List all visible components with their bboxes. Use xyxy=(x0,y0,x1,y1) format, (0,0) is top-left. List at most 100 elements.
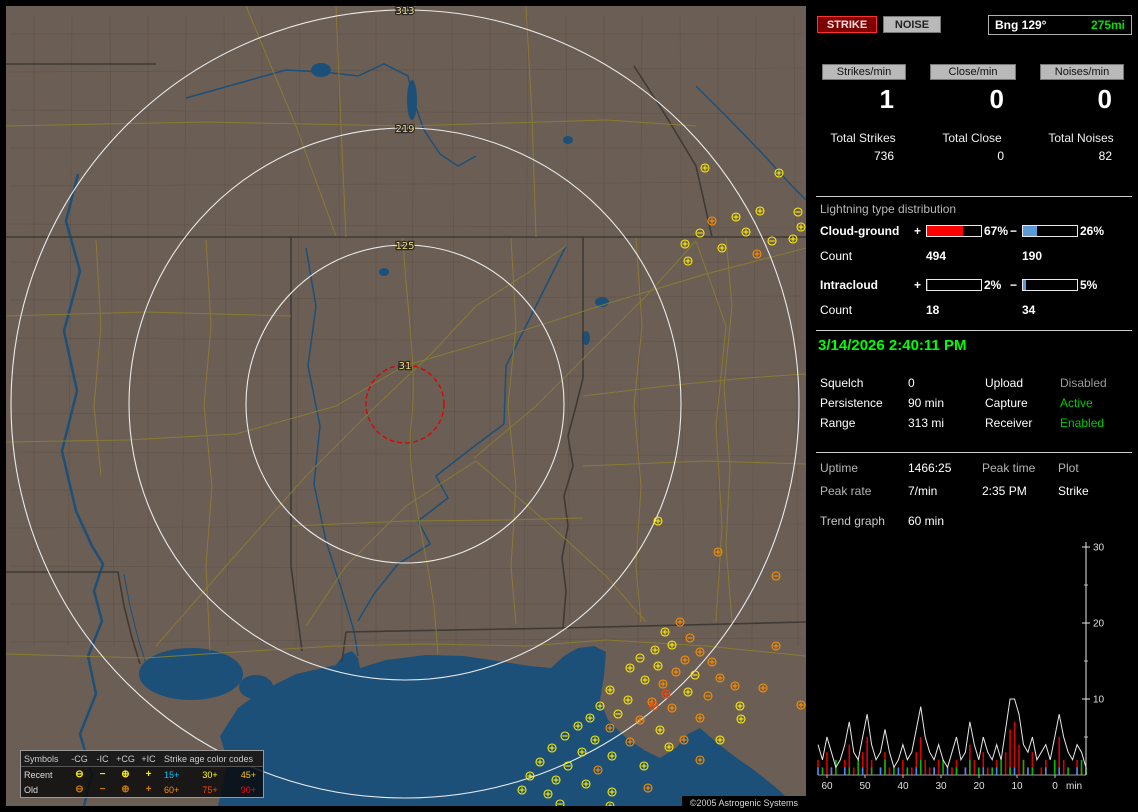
plot-value: Strike xyxy=(1058,484,1089,498)
legend-col-cg-plus: +CG xyxy=(116,753,135,764)
age-code-90: 90+ xyxy=(240,784,256,795)
receiver-status: Enabled xyxy=(1060,416,1105,430)
age-code-75: 75+ xyxy=(202,784,218,795)
svg-text:30: 30 xyxy=(1093,543,1105,554)
age-codes-row-1: 15+ 30+ 45+ xyxy=(160,770,260,780)
strike-lamp-button[interactable]: STRIKE xyxy=(817,16,877,33)
copyright-notice: ©2005 Astrogenic Systems xyxy=(681,796,806,811)
cg-minus-count: 190 xyxy=(1022,249,1043,263)
cg-minus-percent: 26% xyxy=(1080,224,1105,238)
trend-graph-duration: 60 min xyxy=(908,514,945,528)
peak-rate-value: 7/min xyxy=(908,484,938,498)
legend-recent-label: Recent xyxy=(24,769,53,780)
trend-graph-header: Trend graph 60 min xyxy=(810,514,1138,530)
range-ring-label: 125 xyxy=(395,241,414,252)
uptime-label: Uptime xyxy=(820,461,859,475)
map-legend: Symbols -CG -IC +CG +IC Strike age color… xyxy=(20,750,264,798)
legend-old-row: Old ⊖ − ⊕ + 60+ 75+ 90+ xyxy=(21,782,263,797)
legend-col-ic-minus: -IC xyxy=(96,753,109,764)
lake xyxy=(407,80,417,120)
cg-minus-symbol-icon: ⊖ xyxy=(75,784,84,795)
lake-borgne xyxy=(239,675,273,699)
cg-minus-bar-fill xyxy=(1023,226,1038,236)
trend-graph: 10 20 30 60 50 40 30 20 10 0 min xyxy=(817,542,1105,792)
squelch-label: Squelch xyxy=(820,376,864,390)
status-row: Squelch 0 Upload Disabled xyxy=(810,376,1138,396)
ic-minus-symbol-icon: − xyxy=(99,784,106,795)
cg-plus-count: 494 xyxy=(926,249,947,263)
legend-col-ic-plus: +IC xyxy=(141,753,156,764)
cg-plus-symbol-icon: ⊕ xyxy=(121,784,130,795)
status-row: Range 313 mi Receiver Enabled xyxy=(810,416,1138,436)
upload-label: Upload xyxy=(985,376,1024,390)
peak-time-label: Peak time xyxy=(982,461,1036,475)
separator xyxy=(816,196,1132,197)
peak-rate-label: Peak rate xyxy=(820,484,872,498)
range-ring-label: 31 xyxy=(399,361,412,372)
svg-text:50: 50 xyxy=(859,781,871,792)
age-code-45: 45+ xyxy=(240,769,256,780)
range-label: Range xyxy=(820,416,856,430)
close-per-min-value: 0 xyxy=(989,84,1004,114)
persistence-value: 90 min xyxy=(908,396,945,410)
minus-sign: − xyxy=(1010,278,1018,292)
legend-header-row: Symbols -CG -IC +CG +IC Strike age color… xyxy=(21,751,263,767)
peak-time-value: 2:35 PM xyxy=(982,484,1027,498)
squelch-value: 0 xyxy=(908,376,915,390)
noise-lamp-button[interactable]: NOISE xyxy=(883,16,941,33)
lake xyxy=(379,268,389,276)
map-area[interactable]: 313 219 125 31 Symbols -CG -IC +CG +IC Stri… xyxy=(6,6,806,806)
svg-text:10: 10 xyxy=(1093,695,1105,706)
ic-minus-bar xyxy=(1022,279,1078,291)
ic-minus-percent: 5% xyxy=(1080,278,1098,292)
ic-plus-symbol-icon: + xyxy=(145,784,152,795)
total-strikes-value: 736 xyxy=(873,149,894,163)
stats-row: Peak rate 7/min 2:35 PM Strike xyxy=(810,484,1138,504)
total-close-value: 0 xyxy=(997,149,1004,163)
legend-recent-row: Recent ⊖ − ⊕ + 15+ 30+ 45+ xyxy=(21,767,263,782)
legend-col-cg-minus: -CG xyxy=(71,753,88,764)
cg-plus-bar-fill xyxy=(927,226,964,236)
age-code-15: 15+ xyxy=(164,769,180,780)
ic-plus-bar xyxy=(926,279,982,291)
intracloud-row: Intracloud + 2% − 5% xyxy=(810,278,1138,292)
svg-text:20: 20 xyxy=(973,781,985,792)
separator xyxy=(816,330,1132,331)
lightning-map[interactable]: 313 219 125 31 xyxy=(6,6,806,806)
legend-old-label: Old xyxy=(24,784,39,795)
range-ring-label: 313 xyxy=(395,6,414,17)
receiver-label: Receiver xyxy=(985,416,1033,430)
upload-status: Disabled xyxy=(1060,376,1107,390)
bearing-distance: 275mi xyxy=(1090,18,1125,32)
svg-text:10: 10 xyxy=(1011,781,1023,792)
intracloud-count-row: Count 18 34 xyxy=(810,303,1138,317)
cloud-ground-label: Cloud-ground xyxy=(820,224,900,238)
ic-plus-symbol-icon: + xyxy=(145,769,152,780)
svg-text:min: min xyxy=(1066,781,1082,792)
lake xyxy=(311,63,331,77)
lake-pontchartrain xyxy=(139,648,243,700)
plus-sign: + xyxy=(914,278,922,292)
ic-plus-percent: 2% xyxy=(984,278,1002,292)
total-strikes-label: Total Strikes xyxy=(830,131,896,145)
total-close-label: Total Close xyxy=(942,131,1002,145)
age-codes-row-2: 60+ 75+ 90+ xyxy=(160,785,260,795)
capture-status: Active xyxy=(1060,396,1093,410)
close-per-min-header[interactable]: Close/min xyxy=(930,64,1016,80)
legend-age-title: Strike age color codes xyxy=(164,753,254,764)
total-noises-value: 82 xyxy=(1098,149,1112,163)
strikes-per-min-header[interactable]: Strikes/min xyxy=(822,64,906,80)
noises-per-min-header[interactable]: Noises/min xyxy=(1040,64,1124,80)
uptime-value: 1466:25 xyxy=(908,461,952,475)
svg-text:0: 0 xyxy=(1052,781,1058,792)
range-value: 313 mi xyxy=(908,416,945,430)
ic-plus-count: 18 xyxy=(926,303,940,317)
ic-minus-count: 34 xyxy=(1022,303,1036,317)
svg-text:30: 30 xyxy=(935,781,947,792)
bearing-readout: Bng 129° 275mi xyxy=(988,15,1132,35)
bearing-label: Bng 129° xyxy=(995,18,1047,32)
stats-row: Uptime 1466:25 Peak time Plot xyxy=(810,461,1138,481)
plot-label: Plot xyxy=(1058,461,1079,475)
svg-text:40: 40 xyxy=(897,781,909,792)
control-panel: STRIKE NOISE Bng 129° 275mi Strikes/min … xyxy=(810,0,1138,812)
